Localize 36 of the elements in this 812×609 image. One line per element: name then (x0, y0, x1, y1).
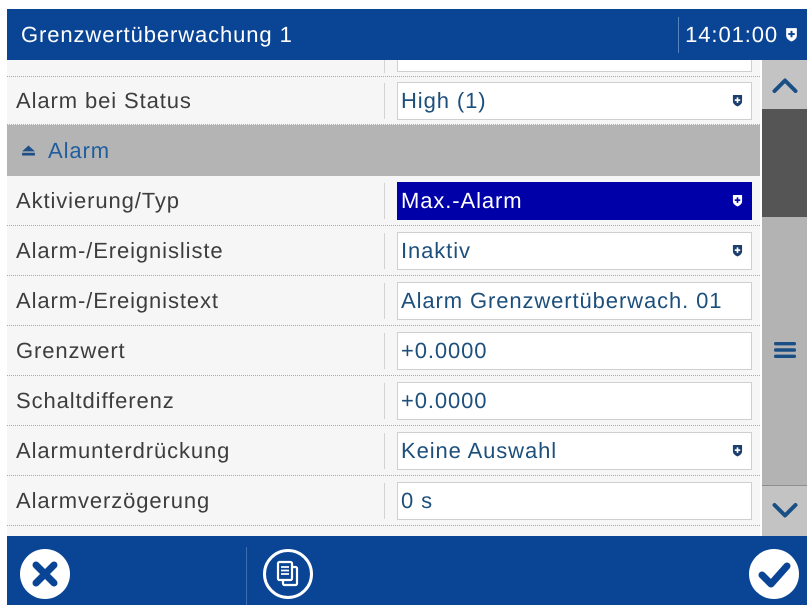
input-field[interactable] (397, 60, 752, 72)
chevron-down-icon (772, 503, 798, 519)
shield-plus-icon (785, 27, 798, 42)
text-field[interactable]: 0 s (397, 482, 752, 520)
menu-icon[interactable] (774, 342, 796, 358)
confirm-button[interactable] (749, 548, 799, 598)
dropdown-field[interactable]: Max.-Alarm (397, 182, 752, 220)
documents-icon (263, 548, 313, 598)
setting-label: Alarm bei Status (15, 88, 193, 114)
setting-label: Alarmunterdrückung (15, 438, 232, 464)
scroll-down-button[interactable] (762, 485, 807, 536)
text-field[interactable]: Alarm Grenzwertüberwach. 01 (397, 282, 752, 320)
dropdown-field[interactable]: Inaktiv (397, 232, 752, 270)
cancel-button[interactable] (20, 548, 70, 598)
close-icon (20, 548, 70, 598)
setting-label: Alarm-/Ereignistext (15, 288, 220, 314)
setting-label: Alarm-/Ereignisliste (15, 238, 224, 264)
scrollbar-thumb[interactable] (762, 109, 807, 217)
shield-plus-icon (732, 444, 743, 457)
shield-plus-icon (732, 194, 743, 207)
setting-label: Alarmverzögerung (15, 488, 212, 514)
copy-button[interactable] (263, 548, 313, 598)
window-title: Grenzwertüberwachung 1 (21, 22, 294, 48)
shield-plus-icon (732, 94, 743, 107)
clock-time: 14:01:00 (685, 22, 778, 48)
check-icon (749, 548, 799, 598)
scroll-up-button[interactable] (762, 60, 807, 109)
setting-label: Aktivierung/Typ (15, 188, 181, 214)
text-field[interactable]: +0.0000 (397, 382, 752, 420)
dropdown-field[interactable]: Keine Auswahl (397, 432, 752, 470)
text-field[interactable]: +0.0000 (397, 332, 752, 370)
dropdown-field[interactable]: High (1) (397, 82, 752, 120)
shield-plus-icon (732, 244, 743, 257)
chevron-up-icon (772, 76, 798, 92)
setting-label: Grenzwert (15, 338, 127, 364)
setting-label: Schaltdifferenz (15, 388, 176, 414)
